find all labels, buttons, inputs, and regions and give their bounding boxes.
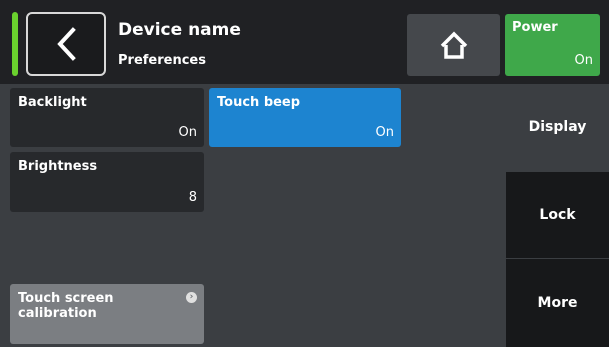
power-value: On bbox=[574, 53, 593, 68]
power-label: Power bbox=[512, 20, 558, 35]
brightness-label: Brightness bbox=[18, 159, 98, 174]
side-tab-more-label: More bbox=[537, 295, 578, 311]
backlight-value: On bbox=[178, 125, 197, 140]
page-subtitle: Preferences bbox=[118, 53, 206, 68]
status-indicator bbox=[12, 12, 18, 76]
side-tab-lock-label: Lock bbox=[539, 207, 576, 223]
home-icon bbox=[440, 31, 467, 59]
top-bar: Device name Preferences Power On bbox=[0, 0, 609, 84]
side-tab-more[interactable]: More bbox=[506, 259, 609, 347]
touch-beep-tile[interactable]: Touch beep On bbox=[209, 88, 401, 147]
backlight-label: Backlight bbox=[18, 95, 87, 110]
touch-calibration-tile[interactable]: Touch screen calibration › bbox=[10, 284, 204, 344]
arrow-right-circle-icon: › bbox=[186, 292, 197, 303]
brightness-value: 8 bbox=[188, 190, 197, 205]
chevron-left-icon bbox=[57, 27, 76, 61]
calibration-label-line1: Touch screen bbox=[18, 291, 114, 306]
device-title: Device name bbox=[118, 20, 241, 40]
touch-beep-label: Touch beep bbox=[217, 95, 301, 110]
home-button[interactable] bbox=[407, 14, 500, 76]
calibration-label-line2: calibration bbox=[18, 306, 97, 321]
calibration-label: Touch screen calibration bbox=[18, 291, 114, 321]
brightness-tile[interactable]: Brightness 8 bbox=[10, 152, 204, 212]
touch-beep-value: On bbox=[375, 125, 394, 140]
power-button[interactable]: Power On bbox=[505, 14, 600, 76]
back-button[interactable] bbox=[26, 12, 106, 76]
backlight-tile[interactable]: Backlight On bbox=[10, 88, 204, 147]
side-tab-lock[interactable]: Lock bbox=[506, 172, 609, 258]
side-tab-display-label: Display bbox=[528, 119, 587, 135]
side-tab-display[interactable]: Display bbox=[506, 84, 609, 170]
